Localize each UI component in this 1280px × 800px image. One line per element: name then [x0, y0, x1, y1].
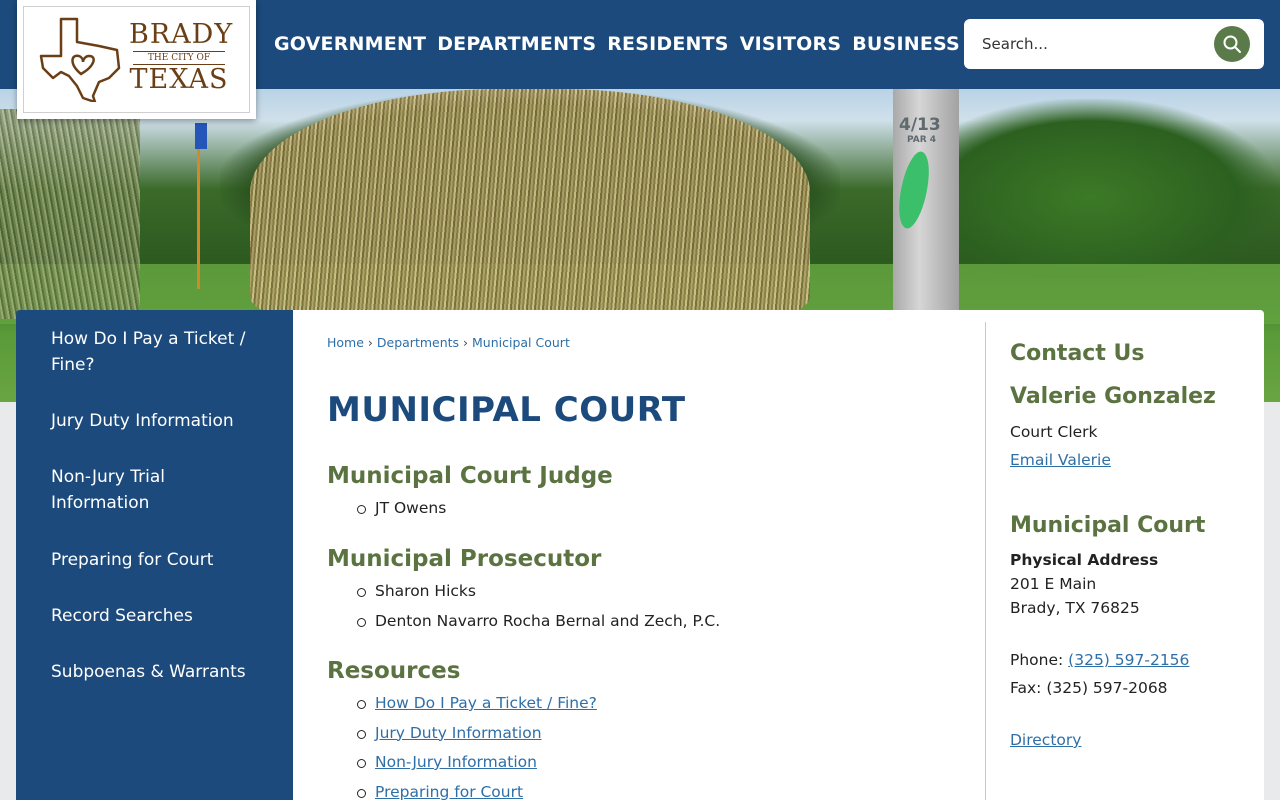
- sidebar-item-record-searches[interactable]: Record Searches: [51, 603, 251, 629]
- sidebar-item-jury-duty[interactable]: Jury Duty Information: [51, 408, 251, 434]
- city-logo[interactable]: BRADY THE CITY OF TEXAS: [17, 0, 256, 119]
- sidebar-item-subpoenas-warrants[interactable]: Subpoenas & Warrants: [51, 659, 251, 685]
- breadcrumb-home[interactable]: Home: [327, 335, 364, 350]
- list-item: Preparing for Court: [355, 778, 597, 800]
- sidebar-item-non-jury-trial[interactable]: Non-Jury Trial Information: [51, 464, 251, 516]
- sidebar-nav: How Do I Pay a Ticket / Fine? Jury Duty …: [16, 310, 293, 800]
- nav-residents[interactable]: RESIDENTS: [607, 30, 728, 58]
- main-content: Home › Departments › Municipal Court MUN…: [293, 310, 1264, 800]
- tee-par: PAR 4: [907, 135, 937, 145]
- phone-label: Phone:: [1010, 651, 1069, 669]
- address-label: Physical Address: [1010, 551, 1159, 569]
- search-input[interactable]: [982, 32, 1202, 56]
- phone-link[interactable]: (325) 597-2156: [1068, 651, 1189, 669]
- directory-link[interactable]: Directory: [1010, 731, 1081, 749]
- breadcrumb-separator: ›: [367, 335, 373, 350]
- golf-tee-marker: 4/13 PAR 4: [891, 89, 959, 329]
- breadcrumb: Home › Departments › Municipal Court: [327, 335, 570, 350]
- list-item: Jury Duty Information: [355, 719, 597, 749]
- main-nav: GOVERNMENT DEPARTMENTS RESIDENTS VISITOR…: [274, 30, 971, 58]
- judge-list: JT Owens: [355, 494, 446, 524]
- logo-text: BRADY THE CITY OF TEXAS: [129, 19, 234, 95]
- fax-text: Fax: (325) 597-2068: [1010, 679, 1168, 697]
- resource-link-non-jury[interactable]: Non-Jury Information: [375, 753, 537, 771]
- search-box: [964, 19, 1264, 69]
- list-item: JT Owens: [355, 494, 446, 524]
- sidebar-item-pay-ticket[interactable]: How Do I Pay a Ticket / Fine?: [51, 326, 251, 378]
- breadcrumb-separator: ›: [463, 335, 469, 350]
- page-title: MUNICIPAL COURT: [327, 390, 686, 430]
- nav-government[interactable]: GOVERNMENT: [274, 30, 426, 58]
- golf-flag-icon: [195, 123, 207, 149]
- resource-link-pay-ticket[interactable]: How Do I Pay a Ticket / Fine?: [375, 694, 597, 712]
- list-item: Denton Navarro Rocha Bernal and Zech, P.…: [355, 607, 720, 637]
- judge-heading: Municipal Court Judge: [327, 463, 613, 489]
- contact-heading: Contact Us: [1010, 341, 1145, 366]
- resource-link-jury-duty[interactable]: Jury Duty Information: [375, 724, 542, 742]
- nav-visitors[interactable]: VISITORS: [740, 30, 842, 58]
- resources-heading: Resources: [327, 658, 461, 684]
- hole-map-icon: [891, 148, 937, 232]
- resource-link-preparing[interactable]: Preparing for Court: [375, 783, 523, 800]
- phone-row: Phone: (325) 597-2156: [1010, 651, 1189, 669]
- breadcrumb-departments[interactable]: Departments: [377, 335, 459, 350]
- list-item: How Do I Pay a Ticket / Fine?: [355, 689, 597, 719]
- list-item: Non-Jury Information: [355, 748, 597, 778]
- email-valerie-link[interactable]: Email Valerie: [1010, 451, 1111, 469]
- contact-person-name: Valerie Gonzalez: [1010, 384, 1216, 409]
- nav-departments[interactable]: DEPARTMENTS: [437, 30, 596, 58]
- column-divider: [985, 322, 986, 800]
- contact-email-wrap: Email Valerie: [1010, 451, 1111, 469]
- breadcrumb-current[interactable]: Municipal Court: [472, 335, 570, 350]
- logo-city-of: THE CITY OF: [133, 51, 225, 65]
- sidebar-item-preparing-for-court[interactable]: Preparing for Court: [51, 547, 251, 573]
- search-button[interactable]: [1214, 26, 1250, 62]
- prosecutor-list: Sharon Hicks Denton Navarro Rocha Bernal…: [355, 577, 720, 636]
- prosecutor-heading: Municipal Prosecutor: [327, 546, 602, 572]
- logo-texas: TEXAS: [129, 64, 229, 95]
- contact-dept-name: Municipal Court: [1010, 513, 1206, 538]
- texas-heart-icon: [39, 17, 121, 102]
- directory-wrap: Directory: [1010, 731, 1081, 749]
- address-line2: Brady, TX 76825: [1010, 599, 1140, 617]
- nav-business[interactable]: BUSINESS: [852, 30, 960, 58]
- address-line1: 201 E Main: [1010, 575, 1097, 593]
- list-item: Sharon Hicks: [355, 577, 720, 607]
- contact-person-title: Court Clerk: [1010, 423, 1098, 441]
- hero-ornamental-grass: [250, 89, 810, 319]
- hero-grass-left: [0, 109, 140, 319]
- tee-hole-number: 4/13: [899, 115, 941, 135]
- search-icon: [1223, 35, 1241, 53]
- logo-brady: BRADY: [129, 19, 234, 50]
- resources-list: How Do I Pay a Ticket / Fine? Jury Duty …: [355, 689, 597, 800]
- golf-flag-pole: [197, 129, 200, 289]
